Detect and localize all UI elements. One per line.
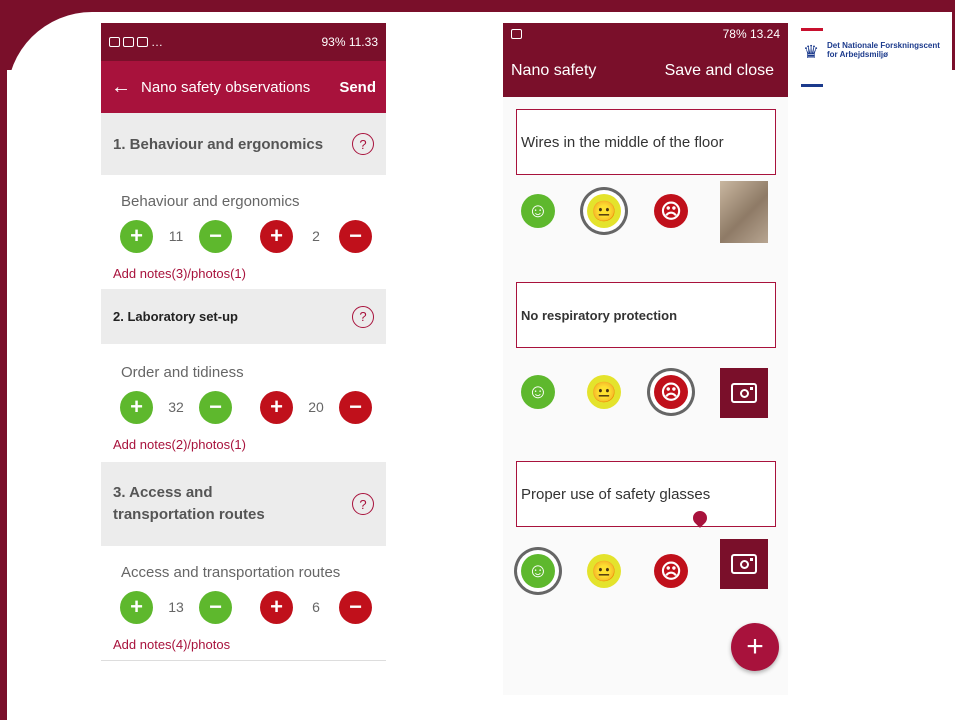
negative-count: 6 bbox=[312, 599, 320, 615]
app-header: Nano safety Save and close bbox=[503, 45, 788, 97]
add-notes-link[interactable]: Add notes(2)/photos(1) bbox=[101, 437, 386, 452]
status-bar: 78% 13.24 bbox=[503, 23, 788, 45]
back-arrow-icon[interactable]: ← bbox=[111, 76, 131, 99]
status-battery-time: 78% 13.24 bbox=[722, 27, 780, 41]
negative-count: 20 bbox=[308, 399, 324, 415]
status-bar: … 93% 11.33 bbox=[101, 23, 386, 61]
mail-icon bbox=[123, 37, 134, 47]
camera-button[interactable] bbox=[720, 368, 768, 418]
positive-minus-button[interactable]: − bbox=[199, 219, 232, 253]
rating-row: ☺ 😐 ☹ bbox=[503, 179, 788, 243]
negative-face-icon[interactable]: ☹ bbox=[654, 375, 688, 409]
help-icon[interactable]: ? bbox=[352, 493, 374, 515]
negative-minus-button[interactable]: − bbox=[339, 219, 372, 253]
phone-observations-summary: … 93% 11.33 ← Nano safety observations S… bbox=[101, 23, 386, 713]
app-header: ← Nano safety observations Send bbox=[101, 61, 386, 113]
neutral-face-icon[interactable]: 😐 bbox=[587, 194, 621, 228]
add-observation-button[interactable]: + bbox=[731, 623, 779, 671]
section-title: 2. Laboratory set-up bbox=[113, 309, 238, 324]
section-header-laboratory[interactable]: 2. Laboratory set-up ? bbox=[101, 289, 386, 344]
status-battery-time: 93% 11.33 bbox=[321, 35, 379, 49]
negative-minus-button[interactable]: − bbox=[339, 390, 372, 424]
positive-count: 32 bbox=[168, 399, 184, 415]
add-notes-link[interactable]: Add notes(4)/photos bbox=[101, 637, 386, 652]
counter-row: + 11 − + 2 − bbox=[101, 216, 386, 256]
positive-plus-button[interactable]: + bbox=[120, 590, 153, 624]
negative-face-icon[interactable]: ☹ bbox=[654, 194, 688, 228]
rating-row: ☺ 😐 ☹ bbox=[503, 539, 788, 603]
page-title: Nano safety bbox=[511, 62, 597, 79]
image-icon bbox=[511, 29, 522, 39]
institution-logo: ♛ Det Nationale Forskningscent for Arbej… bbox=[801, 28, 955, 92]
slide-left-bar bbox=[0, 0, 7, 720]
observation-text-field[interactable]: Proper use of safety glasses bbox=[516, 461, 776, 527]
positive-count: 11 bbox=[168, 228, 184, 244]
photo-thumbnail[interactable] bbox=[720, 181, 768, 243]
logo-line-1: Det Nationale Forskningscent bbox=[827, 41, 940, 50]
category-label: Behaviour and ergonomics bbox=[121, 193, 300, 210]
image-icon bbox=[109, 37, 120, 47]
counter-row: + 32 − + 20 − bbox=[101, 387, 386, 427]
observation-text-field[interactable]: Wires in the middle of the floor bbox=[516, 109, 776, 175]
help-icon[interactable]: ? bbox=[352, 305, 374, 328]
phone-observation-detail: 78% 13.24 Nano safety Save and close Wir… bbox=[503, 23, 788, 695]
positive-count: 13 bbox=[168, 599, 184, 615]
neutral-face-icon[interactable]: 😐 bbox=[587, 554, 621, 588]
camera-icon bbox=[731, 554, 757, 574]
section-header-access[interactable]: 3. Access and transportation routes ? bbox=[101, 462, 386, 546]
neutral-face-icon[interactable]: 😐 bbox=[587, 375, 621, 409]
positive-face-icon[interactable]: ☺ bbox=[521, 554, 555, 588]
page-title: Nano safety observations bbox=[141, 78, 311, 96]
positive-face-icon[interactable]: ☺ bbox=[521, 375, 555, 409]
send-button[interactable]: Send bbox=[339, 79, 376, 96]
negative-plus-button[interactable]: + bbox=[260, 590, 293, 624]
category-label: Order and tidiness bbox=[121, 364, 244, 381]
app-icon bbox=[137, 37, 148, 47]
counter-row: + 13 − + 6 − bbox=[101, 587, 386, 627]
category-label: Access and transportation routes bbox=[121, 564, 341, 581]
help-icon[interactable]: ? bbox=[352, 133, 374, 155]
positive-plus-button[interactable]: + bbox=[120, 390, 153, 424]
status-more: … bbox=[151, 35, 163, 49]
add-notes-link[interactable]: Add notes(3)/photos(1) bbox=[101, 266, 386, 281]
section-title: 3. Access and transportation routes bbox=[113, 484, 265, 523]
observation-text-field[interactable]: No respiratory protection bbox=[516, 282, 776, 348]
section-title: 1. Behaviour and ergonomics bbox=[113, 135, 324, 153]
section-header-behaviour[interactable]: 1. Behaviour and ergonomics ? bbox=[101, 113, 386, 175]
camera-button[interactable] bbox=[720, 539, 768, 589]
logo-line-2: for Arbejdsmiljø bbox=[827, 50, 889, 59]
positive-minus-button[interactable]: − bbox=[199, 590, 232, 624]
negative-minus-button[interactable]: − bbox=[339, 590, 372, 624]
positive-minus-button[interactable]: − bbox=[199, 390, 232, 424]
rating-row: ☺ 😐 ☹ bbox=[503, 360, 788, 424]
positive-plus-button[interactable]: + bbox=[120, 219, 153, 253]
crown-icon: ♛ bbox=[803, 42, 820, 62]
divider bbox=[101, 660, 386, 661]
negative-count: 2 bbox=[312, 228, 320, 244]
negative-plus-button[interactable]: + bbox=[260, 219, 293, 253]
negative-face-icon[interactable]: ☹ bbox=[654, 554, 688, 588]
negative-plus-button[interactable]: + bbox=[260, 390, 293, 424]
camera-icon bbox=[731, 383, 757, 403]
positive-face-icon[interactable]: ☺ bbox=[521, 194, 555, 228]
save-and-close-button[interactable]: Save and close bbox=[665, 62, 774, 80]
